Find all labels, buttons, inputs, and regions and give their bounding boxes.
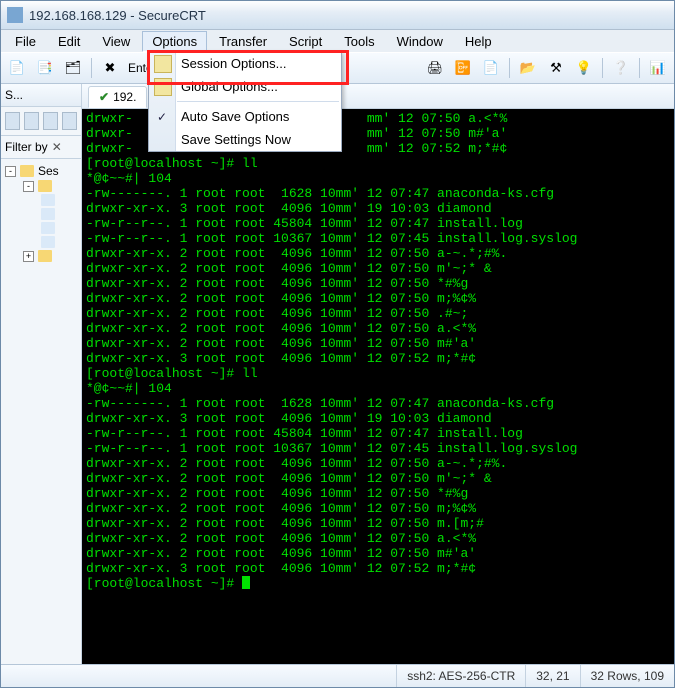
toolbar-button[interactable]: 📴 — [451, 56, 475, 80]
menu-save-now[interactable]: Save Settings Now — [149, 128, 341, 151]
menu-options[interactable]: Options — [142, 31, 207, 52]
menu-session-options[interactable]: Session Options... — [149, 52, 341, 75]
menu-item-label: Global Options... — [181, 79, 278, 94]
toolbar-button[interactable]: 🖨 — [423, 56, 447, 80]
document-icon — [154, 55, 172, 73]
tree-node[interactable] — [3, 221, 79, 235]
expand-icon[interactable]: + — [23, 251, 34, 262]
check-icon: ✓ — [154, 109, 170, 125]
toolbar-button[interactable]: 💡 — [572, 56, 596, 80]
toolbar-button[interactable]: ✖ — [98, 56, 122, 80]
menu-tools[interactable]: Tools — [334, 31, 384, 52]
status-size: 32 Rows, 109 — [580, 665, 674, 687]
menu-view[interactable]: View — [92, 31, 140, 52]
filter-clear-icon[interactable]: ✕ — [52, 140, 62, 154]
toolbar-separator — [639, 58, 640, 78]
menu-file[interactable]: File — [5, 31, 46, 52]
sidebar-toolbar — [1, 107, 81, 136]
status-protocol: ssh2: AES-256-CTR — [396, 665, 525, 687]
sidebar-tool-button[interactable] — [43, 112, 58, 130]
menu-item-label: Auto Save Options — [181, 109, 289, 124]
terminal-area: ✔ 192. drwxr- mm' 12 07:50 a.<*% drwxr- … — [82, 84, 674, 664]
terminal-cursor — [242, 576, 250, 589]
toolbar-button[interactable]: ⚒ — [544, 56, 568, 80]
tree-node[interactable] — [3, 207, 79, 221]
session-tab-label: 192. — [113, 90, 136, 104]
menu-help[interactable]: Help — [455, 31, 502, 52]
app-icon — [7, 7, 23, 23]
sidebar-tool-button[interactable] — [24, 112, 39, 130]
session-icon — [41, 222, 55, 234]
sidebar-tab[interactable]: S... — [1, 84, 81, 107]
app-window: 192.168.168.129 - SecureCRT FileEditView… — [0, 0, 675, 688]
tree-node[interactable]: + — [3, 249, 79, 263]
toolbar-button[interactable]: 📊 — [646, 56, 670, 80]
folder-icon — [38, 250, 52, 262]
menu-transfer[interactable]: Transfer — [209, 31, 277, 52]
tree-node[interactable]: - — [3, 179, 79, 193]
menu-bar: FileEditViewOptionsTransferScriptToolsWi… — [1, 30, 674, 52]
menu-global-options[interactable]: Global Options... — [149, 75, 341, 98]
toolbar-button[interactable]: 📄 — [5, 56, 29, 80]
toolbar-button[interactable]: 📑 — [33, 56, 57, 80]
toolbar-button[interactable]: 🗂 — [61, 56, 85, 80]
sidebar-tab-label: S... — [5, 88, 23, 102]
tree-node[interactable]: - Ses — [3, 163, 79, 179]
folder-icon — [38, 180, 52, 192]
menu-separator — [177, 101, 339, 102]
expand-icon[interactable]: - — [23, 181, 34, 192]
sidebar-tool-button[interactable] — [5, 112, 20, 130]
session-tab[interactable]: ✔ 192. — [88, 86, 147, 108]
session-icon — [41, 208, 55, 220]
window-title: 192.168.168.129 - SecureCRT — [29, 8, 206, 23]
tree-node-label: Ses — [38, 164, 59, 178]
terminal-output[interactable]: drwxr- mm' 12 07:50 a.<*% drwxr- mm' 12 … — [82, 109, 674, 664]
toolbar-button[interactable]: 📂 — [516, 56, 540, 80]
options-menu: Session Options... Global Options... ✓ A… — [148, 51, 342, 152]
body-split: S... Filter by ✕ - Ses - — [1, 84, 674, 664]
folder-icon — [20, 165, 34, 177]
menu-auto-save[interactable]: ✓ Auto Save Options — [149, 105, 341, 128]
connected-icon: ✔ — [99, 90, 109, 104]
status-cursor-pos: 32, 21 — [525, 665, 579, 687]
toolbar-separator — [509, 58, 510, 78]
status-bar: ssh2: AES-256-CTR 32, 21 32 Rows, 109 — [1, 664, 674, 687]
tree-node[interactable] — [3, 235, 79, 249]
menu-script[interactable]: Script — [279, 31, 332, 52]
expand-icon[interactable]: - — [5, 166, 16, 177]
toolbar-button[interactable]: 📄 — [479, 56, 503, 80]
document-icon — [154, 78, 172, 96]
help-icon[interactable]: ❔ — [609, 56, 633, 80]
sidebar-filter-label: Filter by — [5, 140, 48, 154]
session-tree[interactable]: - Ses - — [1, 159, 81, 664]
sidebar-tool-button[interactable] — [62, 112, 77, 130]
menu-item-label: Session Options... — [181, 56, 287, 71]
menu-item-label: Save Settings Now — [181, 132, 291, 147]
title-bar: 192.168.168.129 - SecureCRT — [1, 1, 674, 30]
menu-window[interactable]: Window — [387, 31, 453, 52]
menu-edit[interactable]: Edit — [48, 31, 90, 52]
session-icon — [41, 194, 55, 206]
toolbar-separator — [91, 58, 92, 78]
toolbar-separator — [602, 58, 603, 78]
session-icon — [41, 236, 55, 248]
sidebar-filter[interactable]: Filter by ✕ — [1, 136, 81, 159]
tree-node[interactable] — [3, 193, 79, 207]
session-sidebar: S... Filter by ✕ - Ses - — [1, 84, 82, 664]
